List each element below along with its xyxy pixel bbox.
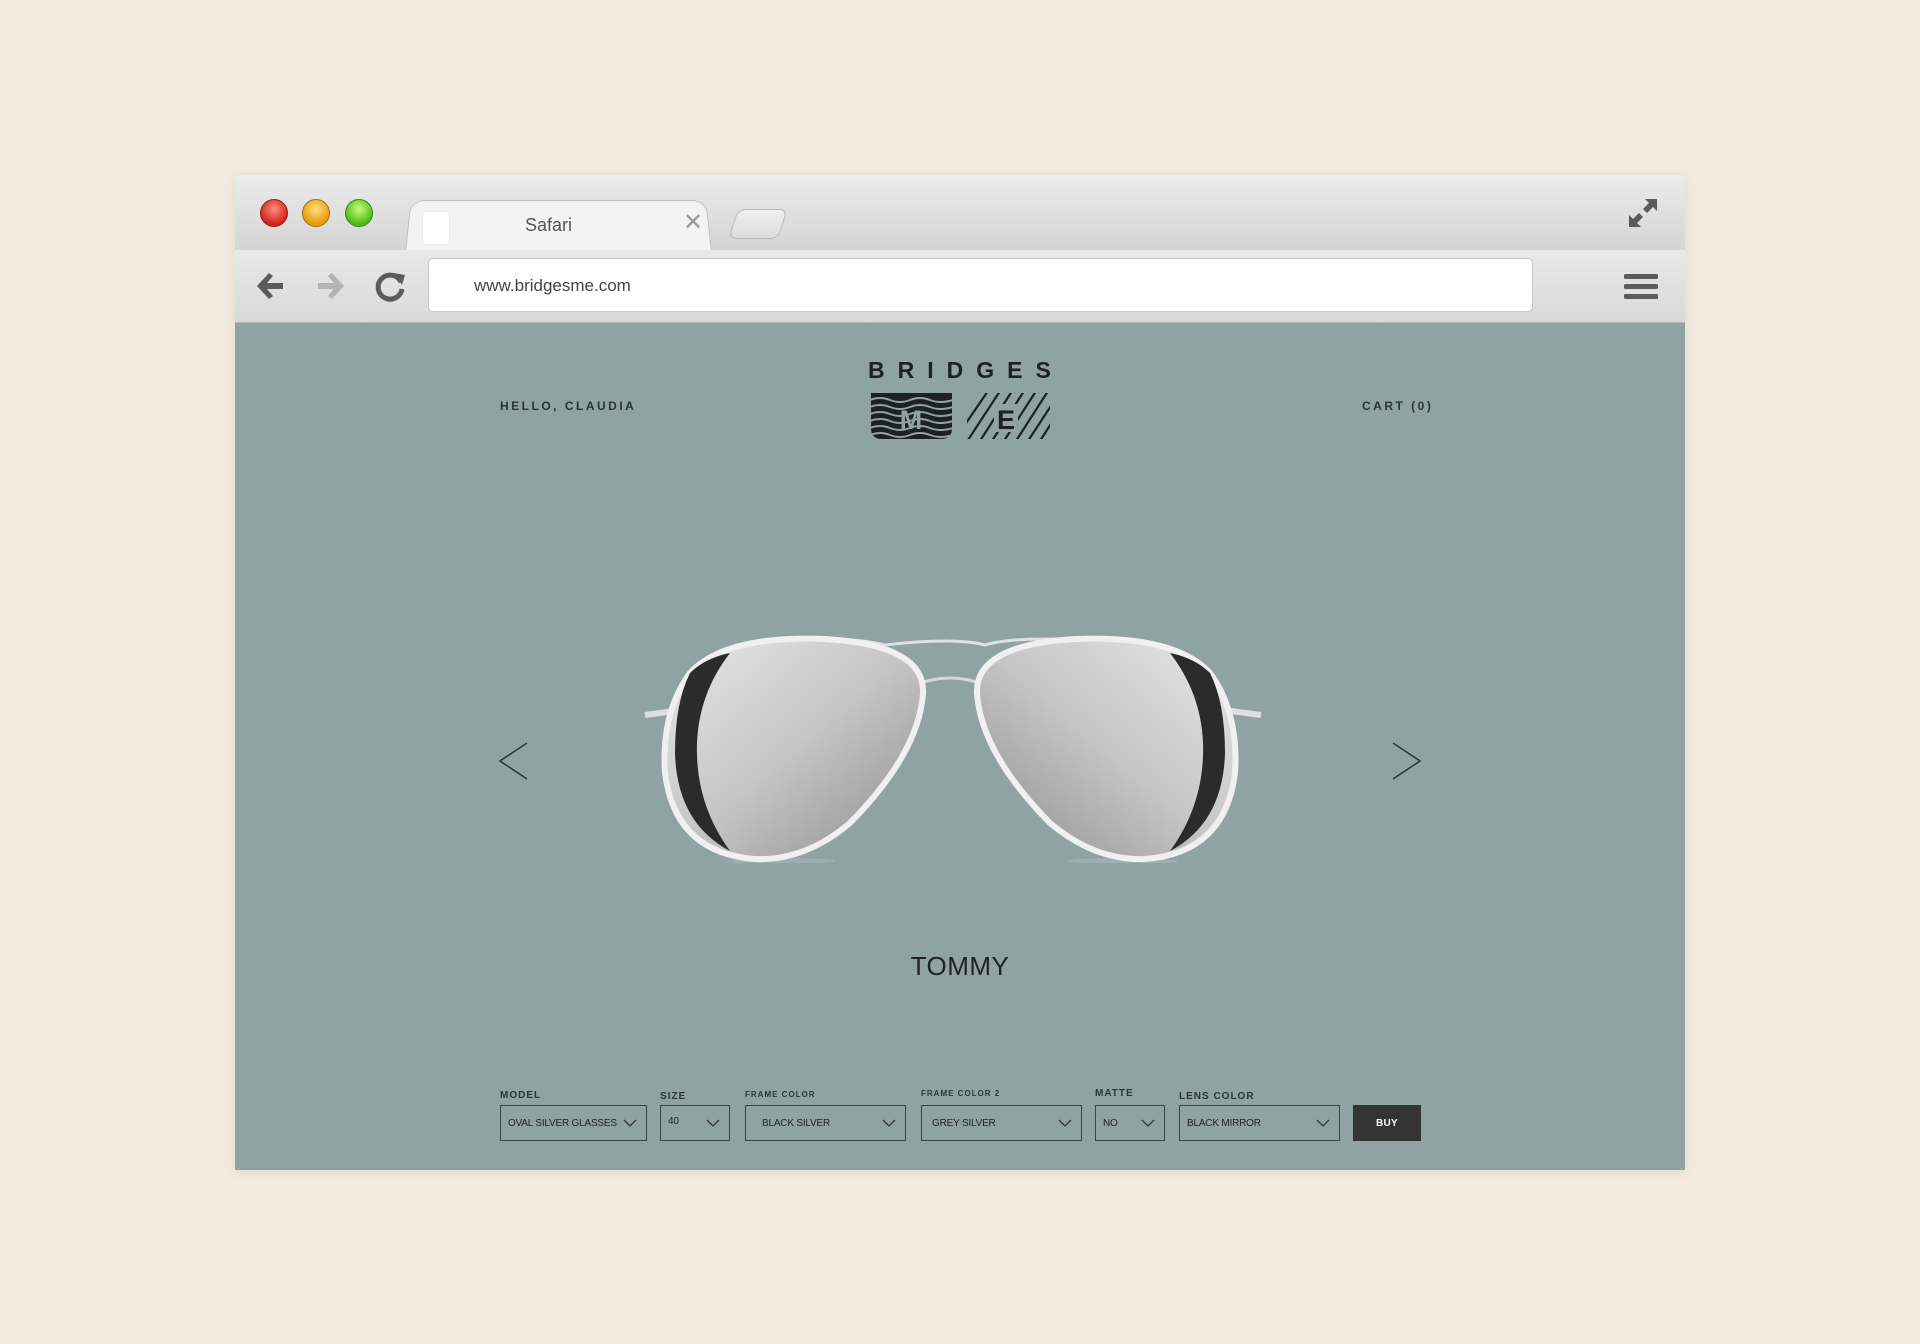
logo-mark[interactable]: M E (870, 392, 1051, 442)
frame-color-select[interactable]: BLACK SILVER (745, 1105, 906, 1141)
logo-wordmark[interactable]: BRIDGES (868, 357, 1064, 384)
previous-arrow-icon[interactable] (497, 741, 531, 781)
model-select[interactable]: OVAL SILVER GLASSES (500, 1105, 647, 1141)
address-bar[interactable]: www.bridgesme.com (428, 258, 1533, 312)
size-value: 40 (668, 1116, 679, 1127)
chevron-down-icon (882, 1119, 896, 1127)
model-label: MODEL (500, 1090, 542, 1101)
product-name: TOMMY (910, 951, 1010, 981)
logo-letter-e: E (997, 405, 1015, 435)
buy-button[interactable]: BUY (1353, 1105, 1421, 1141)
zoom-window-button[interactable] (345, 199, 373, 227)
greeting-link[interactable]: HELLO, CLAUDIA (500, 399, 636, 413)
forward-arrow-icon[interactable] (312, 268, 348, 304)
next-arrow-icon[interactable] (1389, 741, 1423, 781)
reload-icon[interactable] (372, 268, 408, 304)
url-text: www.bridgesme.com (474, 276, 631, 295)
tab-close-icon[interactable]: ✕ (683, 211, 703, 235)
browser-window: Safari ✕ www.bridgesme.com HELLO, CLAUDI… (235, 175, 1685, 1170)
logo-letter-m: M (900, 405, 923, 435)
size-label: SIZE (660, 1091, 687, 1102)
lens-color-value: BLACK MIRROR (1187, 1118, 1261, 1129)
website-content: HELLO, CLAUDIA CART (0) BRIDGES M E TOMM… (235, 323, 1685, 1170)
matte-value: NO (1103, 1118, 1118, 1129)
size-select[interactable]: 40 (660, 1105, 730, 1141)
minimize-window-button[interactable] (302, 199, 330, 227)
close-window-button[interactable] (260, 199, 288, 227)
chevron-down-icon (1316, 1119, 1330, 1127)
matte-label: MATTE (1095, 1088, 1134, 1099)
frame-color-2-label: FRAME COLOR 2 (921, 1089, 1001, 1098)
back-arrow-icon[interactable] (253, 268, 289, 304)
sunglasses-image (644, 635, 1262, 863)
frame-color-2-select[interactable]: GREY SILVER (921, 1105, 1082, 1141)
menu-icon[interactable] (1623, 272, 1659, 302)
chevron-down-icon (1058, 1119, 1072, 1127)
frame-color-2-value: GREY SILVER (932, 1118, 996, 1129)
chevron-down-icon (706, 1119, 720, 1127)
fullscreen-icon[interactable] (1625, 195, 1661, 231)
new-tab-button[interactable] (728, 209, 788, 239)
page-icon (423, 212, 449, 244)
tab-bar: Safari ✕ (235, 175, 1685, 252)
tab-title: Safari (525, 215, 573, 235)
browser-toolbar: www.bridgesme.com (235, 250, 1685, 323)
chevron-down-icon (623, 1119, 637, 1127)
frame-color-value: BLACK SILVER (762, 1118, 831, 1129)
frame-color-label: FRAME COLOR (745, 1090, 816, 1099)
cart-link[interactable]: CART (0) (1362, 399, 1433, 413)
lens-color-label: LENS COLOR (1179, 1091, 1255, 1102)
lens-color-select[interactable]: BLACK MIRROR (1179, 1105, 1340, 1141)
matte-select[interactable]: NO (1095, 1105, 1165, 1141)
chevron-down-icon (1141, 1119, 1155, 1127)
model-value: OVAL SILVER GLASSES (508, 1118, 617, 1129)
